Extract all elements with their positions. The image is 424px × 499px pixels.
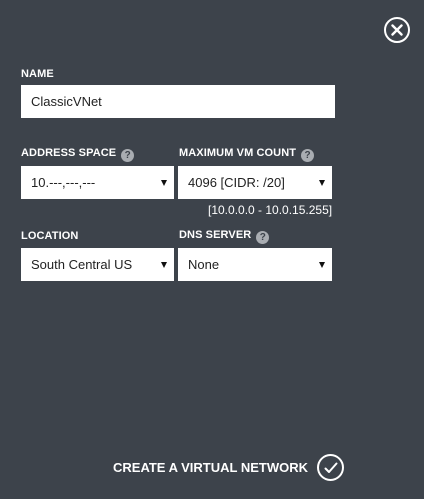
- help-icon[interactable]: ?: [301, 149, 315, 162]
- chevron-down-icon: [319, 262, 325, 268]
- chevron-down-icon: [319, 180, 325, 186]
- chevron-down-icon: [161, 262, 167, 268]
- max-vm-count-select[interactable]: 4096 [CIDR: /20]: [178, 166, 332, 199]
- help-icon[interactable]: ?: [256, 231, 270, 244]
- create-virtual-network-button[interactable]: CREATE A VIRTUAL NETWORK: [113, 452, 344, 482]
- max-vm-count-label: MAXIMUM VM COUNT?: [179, 146, 315, 162]
- chevron-down-icon: [161, 180, 167, 186]
- location-select[interactable]: South Central US: [21, 248, 174, 281]
- address-range-text: [10.0.0.0 - 10.0.15.255]: [208, 203, 333, 217]
- address-space-label: ADDRESS SPACE?: [21, 146, 135, 162]
- location-label: LOCATION: [21, 230, 79, 242]
- dns-server-label: DNS SERVER?: [179, 228, 270, 244]
- dns-server-select[interactable]: None: [178, 248, 332, 281]
- address-space-select[interactable]: 10.---,---,---: [21, 166, 174, 199]
- name-label: NAME: [21, 68, 54, 80]
- checkmark-icon[interactable]: [317, 453, 344, 481]
- close-button[interactable]: [384, 17, 410, 43]
- help-icon[interactable]: ?: [121, 149, 135, 162]
- name-input[interactable]: ClassicVNet: [21, 85, 335, 118]
- close-icon: [391, 24, 403, 36]
- create-virtual-network-label: CREATE A VIRTUAL NETWORK: [113, 459, 308, 475]
